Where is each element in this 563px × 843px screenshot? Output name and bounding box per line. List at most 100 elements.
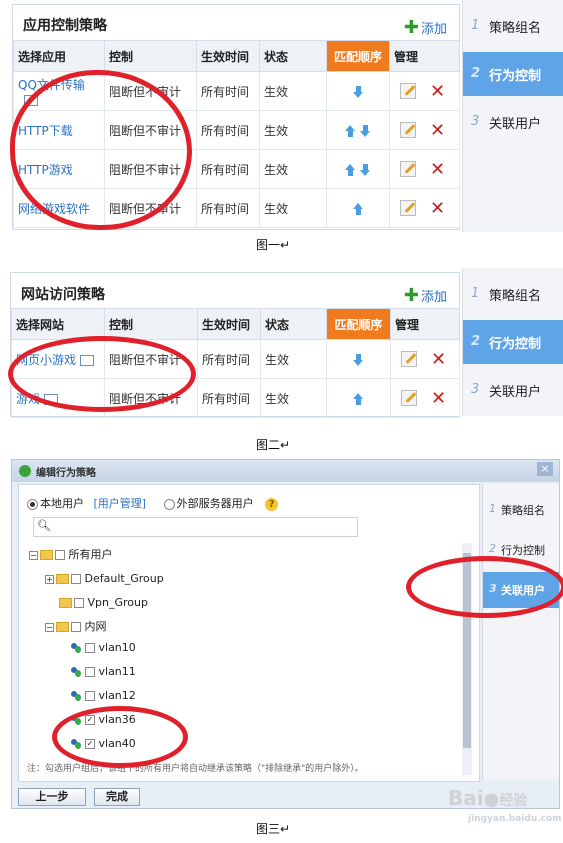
time-cell: 所有时间	[196, 71, 260, 111]
tree-node-user[interactable]: vlan12	[71, 688, 136, 704]
order-cell	[326, 339, 391, 379]
tree-node-root[interactable]: − 所有用户	[29, 547, 113, 563]
tree-node-group[interactable]: Vpn_Group	[57, 595, 148, 611]
sidebar-item-behavior-control[interactable]: 2 行为控制	[463, 320, 563, 364]
time-cell: 所有时间	[197, 378, 261, 418]
watermark-url: jingyan.baidu.com	[468, 814, 562, 824]
delete-icon[interactable]: ✕	[430, 120, 445, 141]
col-header: 生效时间	[196, 40, 260, 72]
tree-node-group[interactable]: + Default_Group	[45, 571, 164, 587]
col-header: 管理	[389, 40, 460, 72]
checkbox[interactable]	[55, 550, 65, 560]
finish-button[interactable]: 完成	[94, 788, 140, 806]
website-access-title: 网站访问策略	[21, 287, 105, 303]
table-header-row: 选择应用 控制 生效时间 状态 匹配顺序 管理	[13, 40, 460, 72]
sidebar-item-linked-users[interactable]: 3 关联用户	[463, 368, 563, 412]
delete-icon[interactable]: ✕	[430, 159, 445, 180]
step-number: 3	[471, 114, 480, 129]
time-cell: 所有时间	[196, 149, 260, 189]
figure-caption: 图一↵	[256, 238, 291, 252]
add-label: 添加	[420, 22, 447, 37]
radio-external-user[interactable]	[163, 498, 175, 510]
inherit-note: 注：勾选用户组后，该组下的所有用户将自动继承该策略（"排除继承"的用户除外）。	[27, 764, 364, 774]
collapse-icon[interactable]: −	[29, 550, 38, 560]
edit-icon[interactable]	[400, 161, 416, 177]
move-up-icon[interactable]	[345, 124, 356, 137]
status-cell: 生效	[260, 339, 327, 379]
tree-node-group[interactable]: − 内网	[45, 619, 107, 635]
time-cell: 所有时间	[197, 339, 261, 379]
move-down-icon[interactable]	[353, 353, 364, 366]
status-cell: 生效	[259, 110, 327, 150]
edit-icon[interactable]	[401, 390, 417, 406]
delete-icon[interactable]: ✕	[430, 198, 445, 219]
delete-icon[interactable]: ✕	[431, 388, 446, 409]
checkbox[interactable]	[85, 643, 95, 653]
move-up-icon[interactable]	[352, 202, 364, 215]
move-down-icon[interactable]	[360, 124, 371, 137]
step-number: 2	[471, 334, 481, 349]
prev-step-button[interactable]: 上一步	[18, 788, 86, 806]
sidebar-item-linked-users[interactable]: 3 关联用户	[463, 100, 563, 144]
manage-cell: ✕	[389, 71, 460, 111]
radio-local-label: 本地用户	[40, 497, 84, 510]
order-cell	[326, 149, 390, 189]
step-sidebar: 1 策略组名 2 行为控制 3 关联用户	[462, 268, 563, 416]
step-number: 1	[489, 502, 496, 515]
col-header: 管理	[390, 308, 460, 340]
tree-node-label: vlan10	[98, 641, 136, 654]
help-icon[interactable]: ?	[265, 498, 279, 511]
app-control-title: 应用控制策略	[23, 18, 107, 34]
manage-cell: ✕	[390, 378, 460, 418]
sidebar-item-policy-name[interactable]: 1 策略组名	[463, 4, 563, 48]
move-down-icon[interactable]	[352, 85, 364, 98]
edit-icon[interactable]	[401, 351, 417, 367]
col-header: 控制	[104, 308, 198, 340]
sidebar-item-policy-name[interactable]: 1 策略组名	[483, 492, 559, 528]
tree-node-user[interactable]: vlan10	[71, 640, 136, 656]
sidebar-item-label: 策略组名	[489, 21, 542, 36]
edit-icon[interactable]	[400, 200, 416, 216]
delete-icon[interactable]: ✕	[431, 349, 446, 370]
table-header-row: 选择网站 控制 生效时间 状态 匹配顺序 管理	[11, 308, 460, 340]
expand-icon[interactable]: +	[45, 574, 54, 584]
highlight-ring	[52, 706, 188, 768]
search-input[interactable]: 🔍︎	[33, 517, 358, 537]
checkbox[interactable]	[85, 667, 95, 677]
delete-icon[interactable]: ✕	[430, 81, 445, 102]
tree-node-label: 内网	[84, 620, 107, 633]
collapse-icon[interactable]: −	[45, 622, 54, 632]
tree-node-user[interactable]: vlan11	[71, 664, 136, 680]
edit-icon[interactable]	[400, 83, 416, 99]
close-icon[interactable]: ×	[537, 462, 553, 476]
order-cell	[326, 188, 390, 228]
move-up-icon[interactable]	[345, 163, 356, 176]
tree-node-label: Default_Group	[84, 572, 164, 585]
move-down-icon[interactable]	[360, 163, 371, 176]
tree-node-label: Vpn_Group	[87, 596, 148, 609]
checkbox[interactable]	[74, 598, 84, 608]
search-icon: 🔍︎	[37, 519, 51, 532]
col-header: 状态	[259, 40, 327, 72]
step-number: 2	[471, 66, 481, 81]
add-button[interactable]: ✚ 添加	[404, 285, 447, 306]
edit-icon[interactable]	[400, 122, 416, 138]
col-header: 选择网站	[11, 308, 105, 340]
figure-caption: 图二↵	[256, 438, 291, 452]
sidebar-item-policy-name[interactable]: 1 策略组名	[463, 272, 563, 316]
checkbox[interactable]	[71, 622, 81, 632]
add-label: 添加	[420, 290, 447, 305]
time-cell: 所有时间	[196, 188, 260, 228]
add-button[interactable]: ✚ 添加	[404, 17, 447, 38]
plus-icon: ✚	[403, 285, 419, 306]
radio-local-user[interactable]	[27, 498, 38, 510]
col-header: 生效时间	[197, 308, 261, 340]
checkbox[interactable]	[85, 691, 95, 701]
status-cell: 生效	[259, 71, 327, 111]
manage-cell: ✕	[390, 339, 460, 379]
checkbox[interactable]	[71, 574, 81, 584]
col-header: 控制	[104, 40, 197, 72]
move-up-icon[interactable]	[353, 392, 364, 405]
sidebar-item-behavior-control[interactable]: 2 行为控制	[463, 52, 563, 96]
user-management-link[interactable]: [用户管理]	[94, 497, 147, 510]
